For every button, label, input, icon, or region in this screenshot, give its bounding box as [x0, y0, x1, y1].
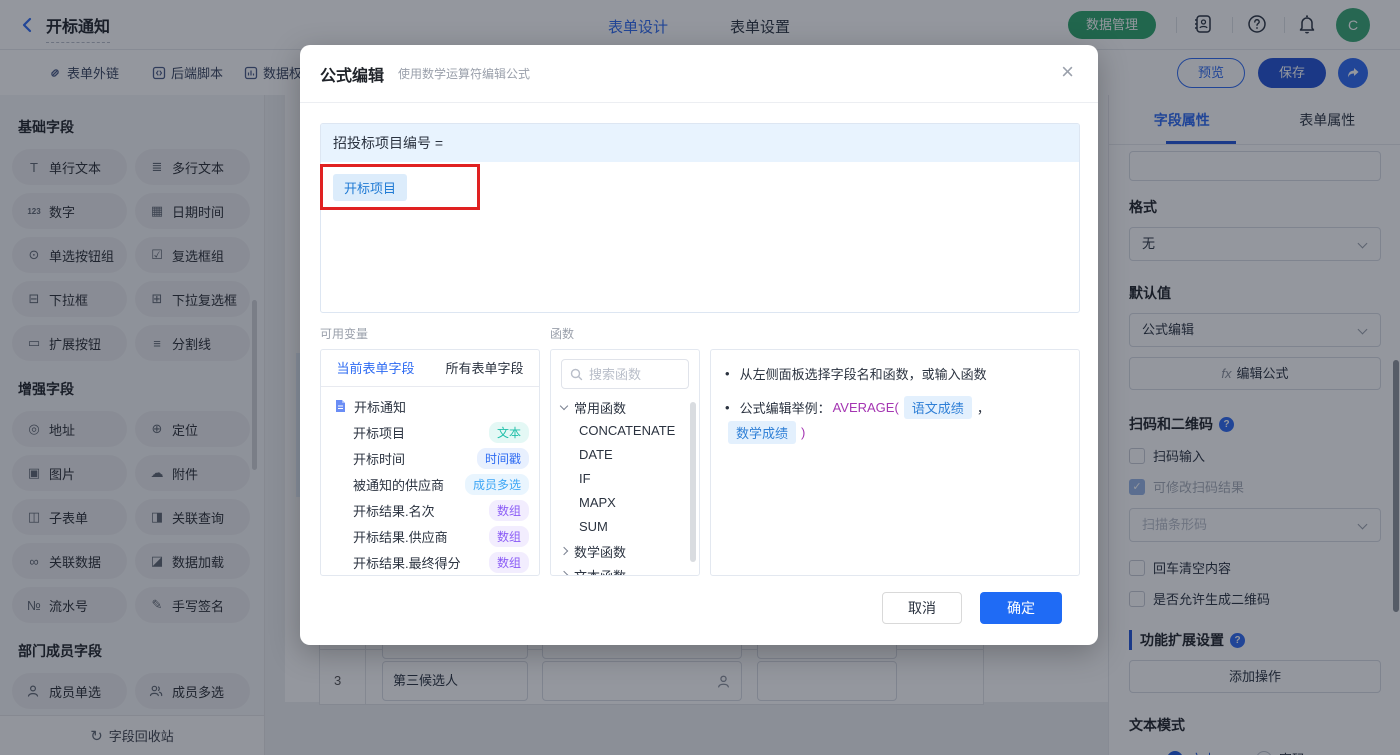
formula-edit-modal: 公式编辑 使用数学运算符编辑公式 × 招投标项目编号 = 开标项目 可用变量 函…	[300, 45, 1098, 645]
function-item[interactable]: IF	[551, 467, 699, 491]
function-group-text[interactable]: 文本函数	[551, 563, 699, 575]
formula-editor: 招投标项目编号 = 开标项目	[320, 123, 1080, 313]
functions-label: 函数	[550, 327, 575, 341]
functions-panel: 常用函数 CONCATENATE DATE IF MAPX SUM 数学函数 文…	[550, 349, 700, 576]
tree-root-form[interactable]: 开标通知	[321, 393, 539, 419]
help-line-2: • 公式编辑举例： AVERAGE( 语文成绩 ， 数学成绩 )	[725, 396, 1065, 444]
variable-field-row[interactable]: 开标结果.名次 数组	[321, 497, 539, 523]
close-icon[interactable]: ×	[1061, 61, 1074, 83]
type-badge: 数组	[488, 499, 529, 521]
annotation-highlight-box	[320, 164, 480, 210]
modal-header: 公式编辑 使用数学运算符编辑公式 ×	[300, 45, 1098, 103]
type-badge: 文本	[488, 421, 529, 443]
formula-help-panel: • 从左侧面板选择字段名和函数，或输入函数 • 公式编辑举例： AVERAGE(…	[710, 349, 1080, 576]
formula-target: 招投标项目编号 =	[321, 124, 1079, 162]
tab-current-form-fields[interactable]: 当前表单字段	[321, 350, 430, 386]
modal-subtitle: 使用数学运算符编辑公式	[398, 67, 531, 81]
variable-field-row[interactable]: 开标项目 文本	[321, 419, 539, 445]
example-field-tag: 数学成绩	[728, 421, 797, 444]
example-close-paren: )	[801, 425, 806, 440]
variables-panel: 当前表单字段 所有表单字段 开标通知 开标项目 文本 开标时间 时间戳 被通知的供应…	[320, 349, 540, 576]
function-item[interactable]: DATE	[551, 443, 699, 467]
panel-labels: 可用变量 函数	[320, 325, 1080, 342]
variable-field-row[interactable]: 开标结果.最终得分 数组	[321, 549, 539, 575]
variable-field-row[interactable]: 被通知的供应商 成员多选	[321, 471, 539, 497]
variable-field-row[interactable]: 开标结果.供应商 数组	[321, 523, 539, 549]
example-field-tag: 语文成绩	[903, 396, 972, 419]
variables-tabs: 当前表单字段 所有表单字段	[321, 350, 539, 387]
document-icon	[333, 399, 347, 413]
variable-field-row[interactable]: 开标时间 时间戳	[321, 445, 539, 471]
function-group-common[interactable]: 常用函数	[551, 395, 699, 419]
type-badge: 数组	[488, 551, 529, 573]
function-group-math[interactable]: 数学函数	[551, 539, 699, 563]
bullet-icon: •	[725, 400, 730, 415]
example-function: AVERAGE(	[832, 400, 899, 415]
function-item[interactable]: CONCATENATE	[551, 419, 699, 443]
function-search[interactable]	[561, 359, 689, 389]
function-item[interactable]: MAPX	[551, 491, 699, 515]
functions-scrollbar[interactable]	[690, 402, 696, 562]
chevron-down-icon	[559, 401, 569, 410]
confirm-button[interactable]: 确定	[980, 592, 1062, 624]
cancel-button[interactable]: 取消	[882, 592, 962, 624]
type-badge: 时间戳	[476, 447, 529, 469]
function-item[interactable]: SUM	[551, 515, 699, 539]
modal-title: 公式编辑	[320, 67, 385, 85]
app-root: 开标通知 表单设计 表单设置 数据管理 C 表单外链 后端脚本 数据权 预览 保…	[0, 0, 1400, 755]
help-line-1: • 从左侧面板选择字段名和函数，或输入函数	[725, 366, 987, 382]
chevron-right-icon	[559, 570, 569, 575]
tab-all-form-fields[interactable]: 所有表单字段	[430, 350, 539, 386]
function-search-input[interactable]	[589, 366, 679, 382]
chevron-right-icon	[559, 546, 569, 556]
type-badge: 数组	[488, 525, 529, 547]
bullet-icon: •	[725, 366, 730, 381]
variables-label: 可用变量	[320, 327, 369, 341]
type-badge: 成员多选	[464, 473, 529, 495]
search-icon	[570, 368, 583, 380]
